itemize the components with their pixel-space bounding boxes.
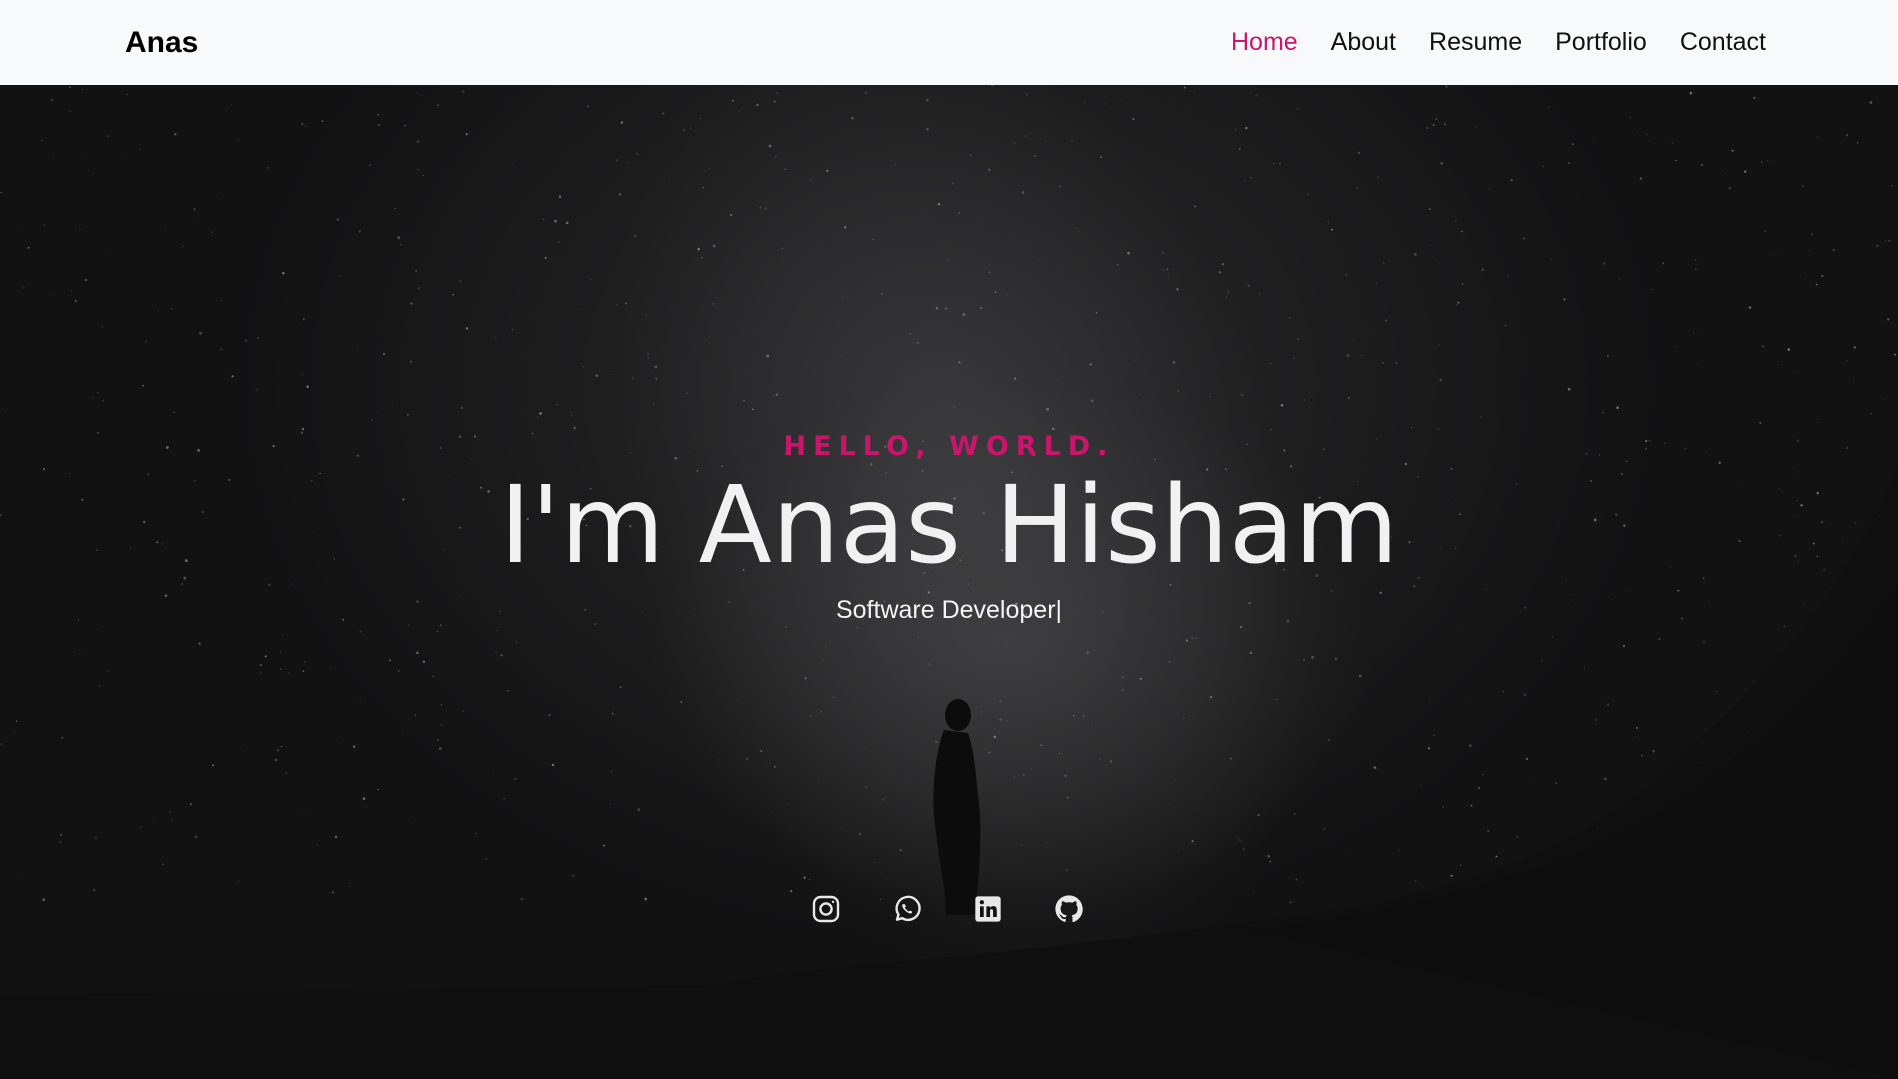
hero-title: I'm Anas Hisham (499, 464, 1399, 588)
nav-link-resume[interactable]: Resume (1429, 28, 1522, 57)
linkedin-link[interactable] (972, 893, 1004, 925)
instagram-link[interactable] (810, 893, 842, 925)
hero-greeting: HELLO, WORLD. (783, 431, 1115, 462)
nav-link-contact[interactable]: Contact (1680, 28, 1766, 57)
nav-link-portfolio[interactable]: Portfolio (1555, 28, 1647, 57)
nav-link-about[interactable]: About (1331, 28, 1396, 57)
instagram-icon (812, 895, 839, 923)
hero-subtitle: Software Developer| (835, 596, 1063, 624)
nav-link-home[interactable]: Home (1231, 28, 1298, 57)
hero-section: HELLO, WORLD. I'm Anas Hisham Software D… (0, 85, 1898, 1079)
navbar: Anas Home About Resume Portfolio Contact (0, 0, 1898, 85)
hero-content: HELLO, WORLD. I'm Anas Hisham Software D… (0, 431, 1898, 625)
linkedin-icon (974, 896, 1001, 922)
social-links (0, 893, 1898, 925)
nav-links: Home About Resume Portfolio Contact (1231, 28, 1766, 57)
brand-logo[interactable]: Anas (125, 26, 198, 60)
github-icon (1054, 895, 1083, 923)
github-link[interactable] (1053, 893, 1085, 925)
whatsapp-icon (894, 895, 921, 922)
whatsapp-link[interactable] (891, 893, 923, 925)
